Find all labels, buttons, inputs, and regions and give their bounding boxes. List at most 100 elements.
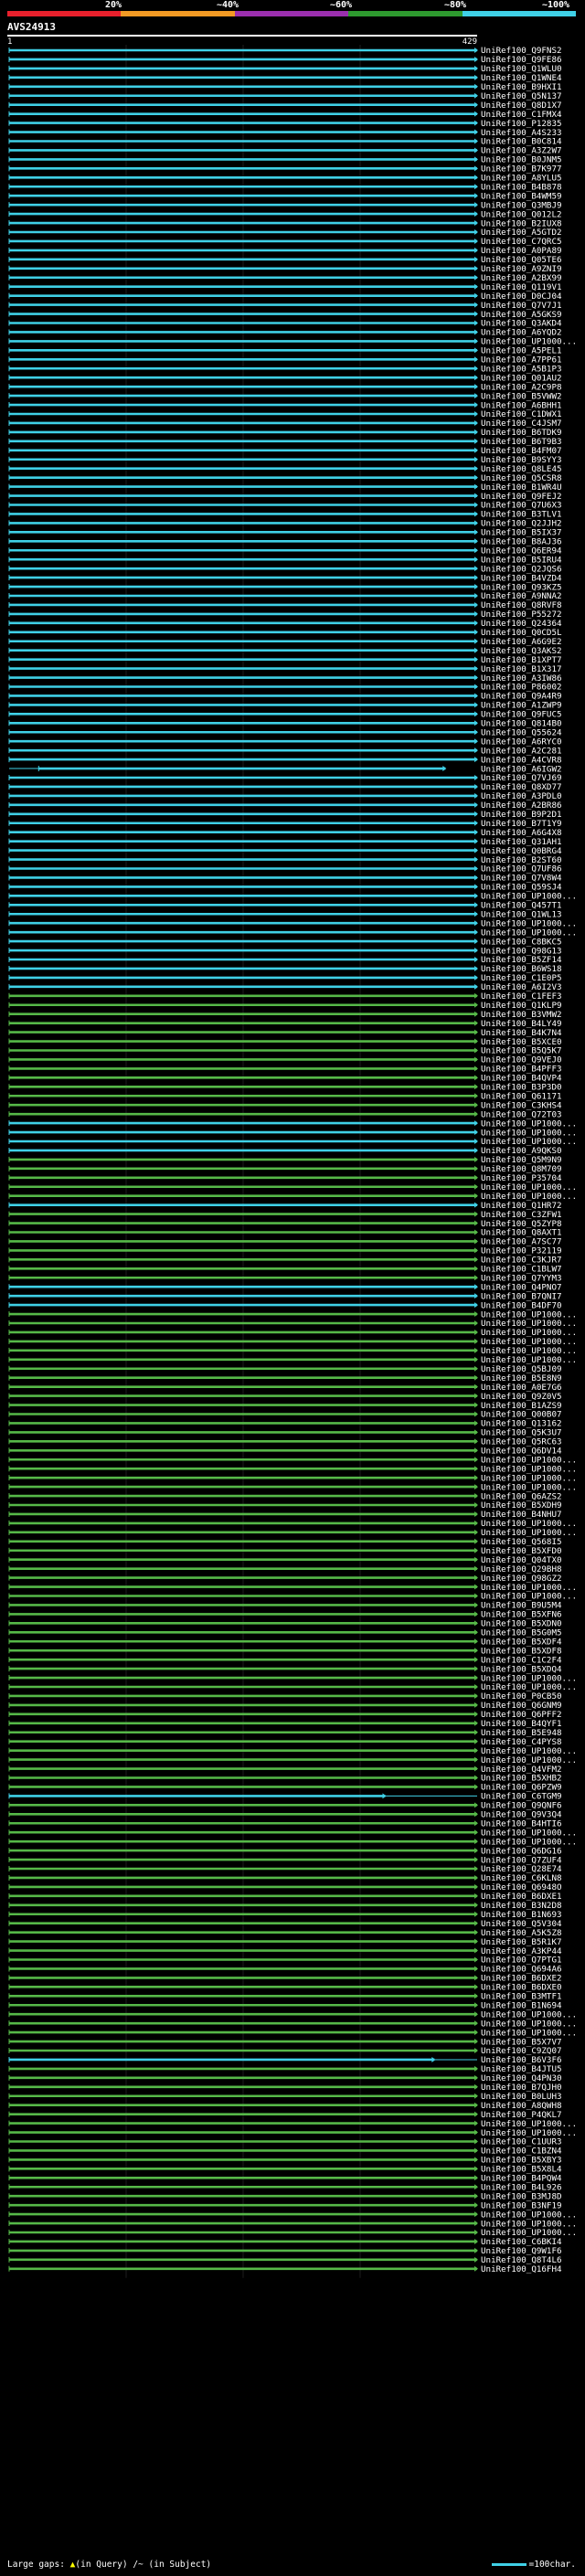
hit-row[interactable]: UniRef100_A6IGW2 <box>9 764 562 774</box>
hit-row[interactable]: UniRef100_A6I2V3 <box>8 982 562 992</box>
hit-row[interactable]: UniRef100_B7T1Y9 <box>8 819 562 829</box>
hit-row[interactable]: UniRef100_Q8AXT1 <box>8 1228 562 1238</box>
hit-row[interactable]: UniRef100_B3TLV1 <box>8 510 562 520</box>
hit-row[interactable]: UniRef100_B5G0M5 <box>8 1628 562 1638</box>
hit-row[interactable]: UniRef100_C4PYS8 <box>8 1737 562 1747</box>
hit-row[interactable]: UniRef100_C7QRC5 <box>8 237 562 247</box>
hit-row[interactable]: UniRef100_B4NHU7 <box>8 1510 562 1520</box>
hit-row[interactable]: UniRef100_B3VMW2 <box>8 1010 562 1020</box>
hit-row[interactable]: UniRef100_Q814B0 <box>8 719 562 729</box>
hit-row[interactable]: UniRef100_Q4PNO7 <box>8 1282 562 1292</box>
hit-row[interactable]: UniRef100_P55272 <box>8 610 562 620</box>
hit-row[interactable]: UniRef100_Q8M709 <box>8 1164 562 1174</box>
hit-row[interactable]: UniRef100_P32119 <box>8 1246 562 1256</box>
hit-row[interactable]: UniRef100_C1BLW7 <box>8 1265 562 1275</box>
hit-row[interactable]: UniRef100_B1X317 <box>8 664 562 674</box>
hit-row[interactable]: UniRef100_Q694A6 <box>8 1965 562 1975</box>
hit-row[interactable]: UniRef100_Q119V1 <box>8 282 562 292</box>
hit-row[interactable]: UniRef100_A7PP61 <box>8 355 562 366</box>
hit-row[interactable]: UniRef100_C3ZFW1 <box>8 1210 562 1220</box>
hit-row[interactable]: UniRef100_Q9FNS2 <box>8 46 562 56</box>
hit-row[interactable]: UniRef100_Q7YYM3 <box>8 1273 562 1283</box>
hit-row[interactable]: UniRef100_B1N694 <box>8 2000 562 2010</box>
hit-row[interactable]: UniRef100_A2BX99 <box>8 273 562 283</box>
hit-row[interactable]: UniRef100_B9HXI1 <box>8 82 562 92</box>
hit-row[interactable]: UniRef100_B4QYF1 <box>8 1719 562 1729</box>
hit-row[interactable]: UniRef100_A3IW86 <box>8 673 562 684</box>
hit-row[interactable]: UniRef100_Q16FH4 <box>8 2264 562 2274</box>
hit-row[interactable]: UniRef100_Q93KZ5 <box>8 582 562 592</box>
hit-row[interactable]: UniRef100_C9ZQ07 <box>8 2046 562 2056</box>
hit-row[interactable]: UniRef100_Q9Z0V5 <box>8 1392 562 1402</box>
hit-row[interactable]: UniRef100_B4FM07 <box>8 446 562 456</box>
hit-row[interactable]: UniRef100_Q28E74 <box>8 1864 562 1874</box>
hit-row[interactable]: UniRef100_P12835 <box>8 119 562 129</box>
hit-row[interactable]: UniRef100_B5XFN6 <box>8 1610 562 1620</box>
hit-row[interactable]: UniRef100_Q6GNM9 <box>8 1701 562 1711</box>
hit-row[interactable]: UniRef100_Q8XD77 <box>8 782 562 792</box>
hit-row[interactable]: UniRef100_B4LY49 <box>8 1019 562 1029</box>
hit-row[interactable]: UniRef100_Q6AZS2 <box>8 1491 562 1501</box>
hit-row[interactable]: UniRef100_Q5K3U7 <box>8 1428 562 1438</box>
hit-row[interactable]: UniRef100_Q9FEJ2 <box>8 492 562 502</box>
hit-row[interactable]: UniRef100_B5XCE0 <box>8 1037 562 1047</box>
hit-row[interactable]: UniRef100_Q9VEJ0 <box>8 1055 562 1065</box>
hit-row[interactable]: UniRef100_Q2JQS6 <box>8 564 562 574</box>
hit-row[interactable]: UniRef100_B3P3D0 <box>8 1083 562 1093</box>
hit-row[interactable]: UniRef100_A3Z2W7 <box>8 146 562 156</box>
hit-row[interactable]: UniRef100_B5XFD0 <box>8 1546 562 1556</box>
hit-row[interactable]: UniRef100_B6DXE1 <box>8 1892 562 1902</box>
hit-row[interactable]: UniRef100_B4B878 <box>8 182 562 192</box>
hit-row[interactable]: UniRef100_B5XDF4 <box>8 1637 562 1647</box>
hit-row[interactable]: UniRef100_Q5M9N9 <box>8 1155 562 1165</box>
hit-row[interactable]: UniRef100_A1ZWP9 <box>8 701 562 711</box>
hit-row[interactable]: UniRef100_Q0CD5L <box>8 628 562 638</box>
hit-row[interactable]: UniRef100_B4VZD4 <box>8 573 562 583</box>
hit-row[interactable]: UniRef100_A5PEL1 <box>8 346 562 356</box>
hit-row[interactable]: UniRef100_B5IX37 <box>8 528 562 538</box>
hit-row[interactable]: UniRef100_Q9W1F6 <box>8 2246 562 2256</box>
hit-row[interactable]: UniRef100_A8QWH8 <box>8 2101 562 2111</box>
hit-row[interactable]: UniRef100_B6DXE2 <box>8 1974 562 1984</box>
hit-row[interactable]: UniRef100_C3KJR7 <box>8 1256 562 1266</box>
hit-row[interactable]: UniRef100_B2ST60 <box>8 855 562 865</box>
hit-row[interactable]: UniRef100_B5VWW2 <box>8 391 562 401</box>
hit-row[interactable]: UniRef100_B7QNI7 <box>8 1291 562 1301</box>
hit-row[interactable]: UniRef100_B6DXE0 <box>8 1983 562 1993</box>
hit-row[interactable]: UniRef100_B5XDN0 <box>8 1619 562 1629</box>
hit-row[interactable]: UniRef100_Q8RVF8 <box>8 600 562 610</box>
hit-row[interactable]: UniRef100_B5Q5K7 <box>8 1046 562 1056</box>
hit-row[interactable]: UniRef100_Q6DG16 <box>8 1846 562 1856</box>
hit-row[interactable]: UniRef100_A5GKS9 <box>8 310 562 320</box>
hit-row[interactable]: UniRef100_B6V3F6 <box>8 2055 562 2065</box>
hit-row[interactable]: UniRef100_B7K977 <box>8 164 562 175</box>
hit-row[interactable]: UniRef100_Q3AKD4 <box>8 319 562 329</box>
hit-row[interactable]: UniRef100_B4QVP4 <box>8 1074 562 1084</box>
hit-row[interactable]: UniRef100_C1FEF3 <box>8 991 562 1002</box>
hit-row[interactable]: UniRef100_Q04TX0 <box>8 1555 562 1565</box>
hit-row[interactable]: UniRef100_D0CJ04 <box>8 292 562 302</box>
hit-row[interactable]: UniRef100_Q7UF86 <box>8 864 562 875</box>
hit-row[interactable]: UniRef100_B4JTU5 <box>8 2064 562 2074</box>
hit-row[interactable]: UniRef100_Q7VJ69 <box>8 773 562 783</box>
hit-row[interactable]: UniRef100_P0CB50 <box>8 1691 562 1701</box>
hit-row[interactable]: UniRef100_C1FMX4 <box>8 110 562 120</box>
hit-row[interactable]: UniRef100_P35704 <box>8 1173 562 1183</box>
hit-row[interactable]: UniRef100_Q3AKS2 <box>8 646 562 656</box>
hit-row[interactable]: UniRef100_B9U5M4 <box>8 1601 562 1611</box>
hit-row[interactable]: UniRef100_B5X8L4 <box>8 2165 562 2175</box>
hit-row[interactable]: UniRef100_B4K7N4 <box>8 1028 562 1038</box>
hit-row[interactable]: UniRef100_Q24364 <box>8 619 562 629</box>
hit-row[interactable]: UniRef100_A6YQD2 <box>8 328 562 338</box>
hit-row[interactable]: UniRef100_B5IRU4 <box>8 555 562 565</box>
hit-row[interactable]: UniRef100_Q1HR72 <box>8 1201 562 1211</box>
hit-row[interactable]: UniRef100_C1DWX1 <box>8 409 562 419</box>
hit-row[interactable]: UniRef100_Q2JJH2 <box>8 519 562 529</box>
hit-row[interactable]: UniRef100_A9QKS0 <box>8 1146 562 1156</box>
hit-row[interactable]: UniRef100_A2C281 <box>8 746 562 756</box>
hit-row[interactable]: UniRef100_Q1WLU0 <box>8 64 562 74</box>
hit-row[interactable]: UniRef100_Q13162 <box>8 1419 562 1429</box>
hit-row[interactable]: UniRef100_B5XDH9 <box>8 1500 562 1511</box>
hit-row[interactable]: UniRef100_Q9V3Q4 <box>8 1810 562 1820</box>
hit-row[interactable]: UniRef100_B5R1K7 <box>8 1937 562 1947</box>
